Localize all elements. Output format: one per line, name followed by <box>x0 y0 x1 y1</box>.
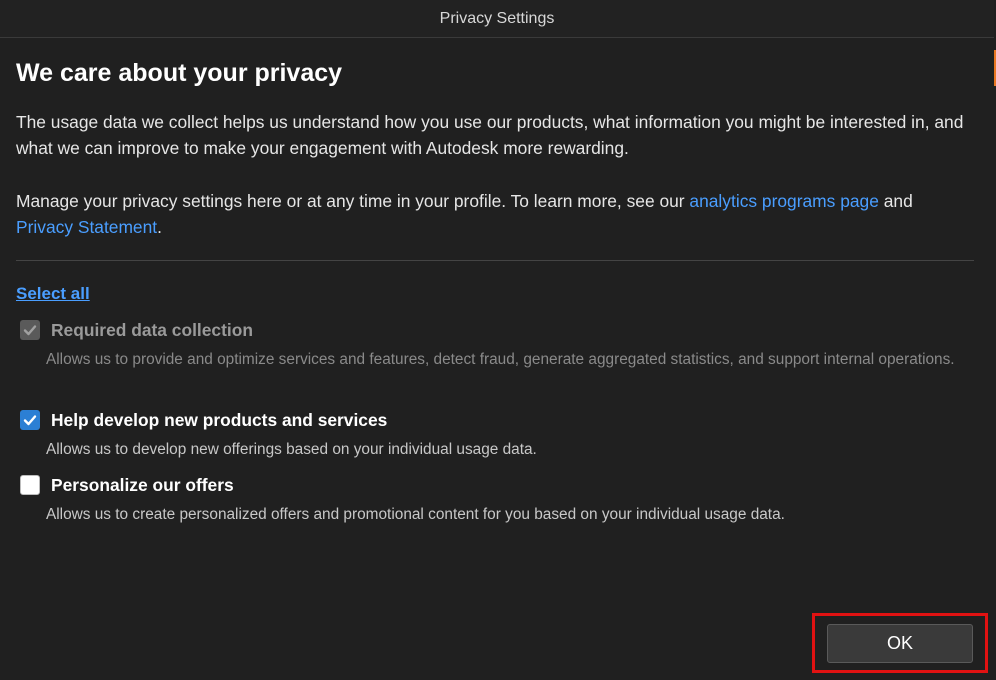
checkmark-icon <box>23 415 37 426</box>
analytics-programs-link[interactable]: analytics programs page <box>689 191 878 211</box>
divider <box>16 260 974 261</box>
window-titlebar: Privacy Settings <box>0 0 994 38</box>
select-all-link[interactable]: Select all <box>16 284 90 304</box>
option-description: Allows us to develop new offerings based… <box>46 441 537 458</box>
ok-button[interactable]: OK <box>827 624 973 663</box>
option-description: Allows us to create personalized offers … <box>46 506 785 523</box>
option-personalize-offers: Personalize our offers Allows us to crea… <box>20 473 970 527</box>
option-label: Required data collection <box>51 319 253 340</box>
option-description: Allows us to provide and optimize servic… <box>46 351 955 368</box>
manage-text-suffix: . <box>157 217 162 237</box>
checkmark-icon <box>23 325 37 336</box>
option-label[interactable]: Help develop new products and services <box>51 410 387 431</box>
manage-text-prefix: Manage your privacy settings here or at … <box>16 191 690 211</box>
privacy-settings-window: Privacy Settings We care about your priv… <box>0 0 996 680</box>
option-label[interactable]: Personalize our offers <box>51 475 234 496</box>
intro-paragraph: The usage data we collect helps us under… <box>16 112 964 158</box>
required-data-checkbox <box>20 320 40 340</box>
option-required-data: Required data collection Allows us to pr… <box>20 318 970 372</box>
page-title: We care about your privacy <box>16 59 343 87</box>
manage-text-middle: and <box>878 191 913 211</box>
privacy-statement-link[interactable]: Privacy Statement <box>16 217 157 237</box>
option-develop-products: Help develop new products and services A… <box>20 408 970 462</box>
personalize-offers-checkbox[interactable] <box>20 475 40 495</box>
develop-products-checkbox[interactable] <box>20 410 40 430</box>
window-title: Privacy Settings <box>439 9 555 27</box>
manage-paragraph: Manage your privacy settings here or at … <box>16 188 974 240</box>
